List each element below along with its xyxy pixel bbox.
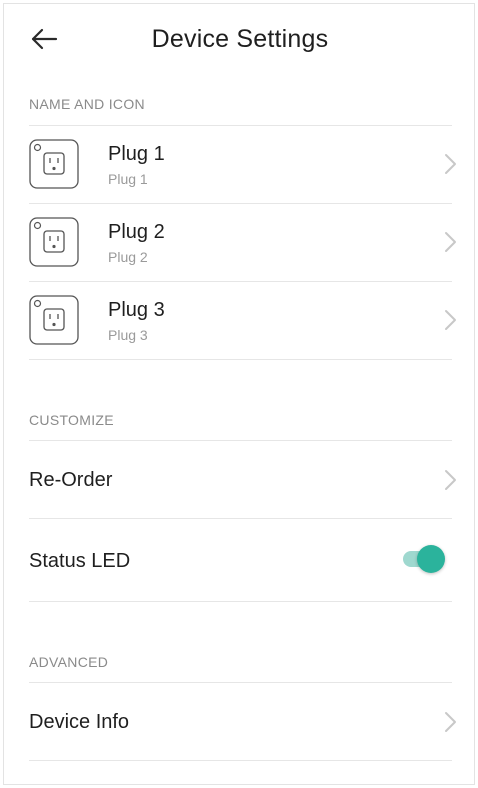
device-subtitle: Plug 3 <box>108 327 148 343</box>
device-info-row[interactable]: Device Info <box>29 702 459 742</box>
status-led-row: Status LED <box>29 538 459 582</box>
divider <box>29 281 452 282</box>
divider <box>29 601 452 602</box>
reorder-row[interactable]: Re-Order <box>29 460 459 500</box>
section-title-customize: CUSTOMIZE <box>29 412 114 428</box>
reorder-label: Re-Order <box>29 469 113 491</box>
device-row-plug-3[interactable]: Plug 3 Plug 3 <box>29 295 459 347</box>
chevron-right-icon <box>445 232 456 252</box>
status-led-label: Status LED <box>29 550 131 572</box>
device-name: Plug 2 <box>108 221 165 243</box>
device-name: Plug 3 <box>108 299 165 321</box>
section-title-advanced: ADVANCED <box>29 654 109 670</box>
device-subtitle: Plug 1 <box>108 171 148 187</box>
device-name: Plug 1 <box>108 143 165 165</box>
divider <box>29 440 452 441</box>
toggle-knob <box>417 545 445 573</box>
divider <box>29 682 452 683</box>
status-led-toggle[interactable] <box>401 544 447 574</box>
chevron-right-icon <box>445 712 456 732</box>
chevron-right-icon <box>445 154 456 174</box>
chevron-right-icon <box>445 470 456 490</box>
smart-plug-icon <box>29 295 79 345</box>
chevron-right-icon <box>445 310 456 330</box>
smart-plug-icon <box>29 217 79 267</box>
divider <box>29 518 452 519</box>
device-row-plug-2[interactable]: Plug 2 Plug 2 <box>29 217 459 269</box>
divider <box>29 125 452 126</box>
smart-plug-icon <box>29 139 79 189</box>
section-title-name-and-icon: NAME AND ICON <box>29 96 145 112</box>
page-title: Device Settings <box>151 25 329 53</box>
divider <box>29 203 452 204</box>
header: Device Settings <box>0 0 478 78</box>
divider <box>29 760 452 761</box>
device-row-plug-1[interactable]: Plug 1 Plug 1 <box>29 139 459 191</box>
divider <box>29 359 452 360</box>
device-info-label: Device Info <box>29 711 130 733</box>
device-subtitle: Plug 2 <box>108 249 148 265</box>
